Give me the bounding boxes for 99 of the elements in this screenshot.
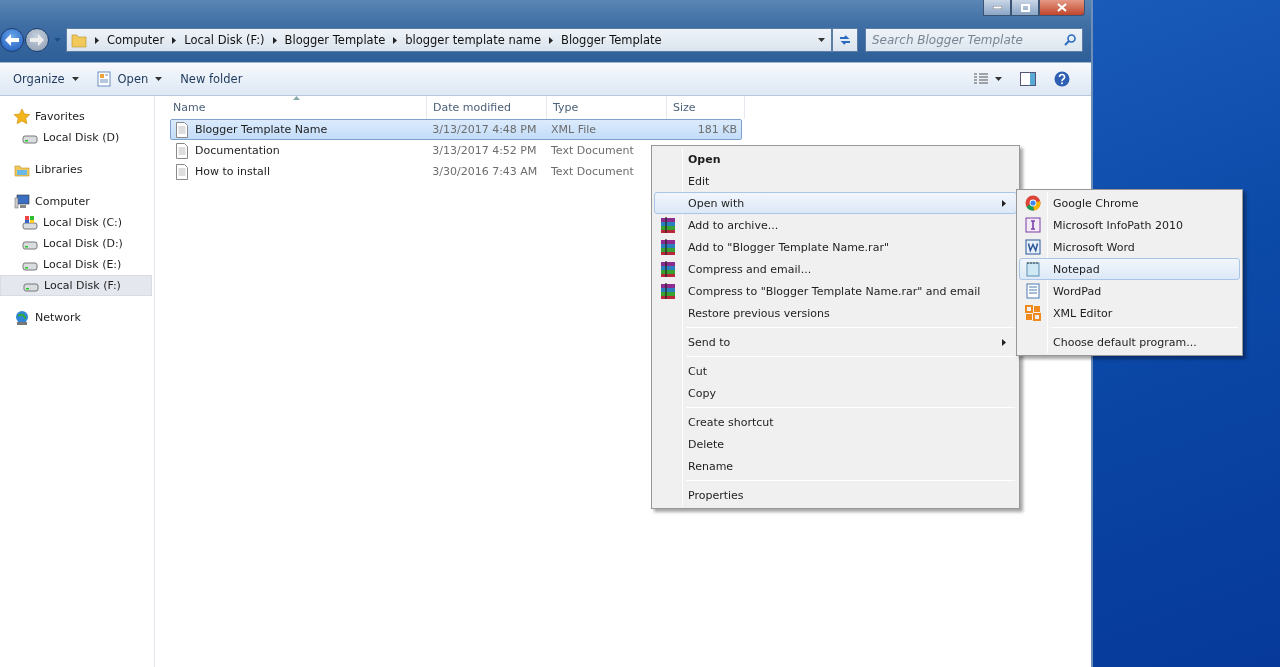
address-bar[interactable]: Computer Local Disk (F:) Blogger Template blogger template name Blogger Template — [66, 28, 832, 52]
sidebar-item[interactable]: Local Disk (C:) — [0, 212, 154, 233]
books-icon — [660, 217, 676, 233]
sidebar-item[interactable]: Local Disk (D:) — [0, 233, 154, 254]
preview-pane-icon — [1020, 72, 1036, 86]
menu-item[interactable]: Microsoft Word — [1019, 236, 1240, 258]
sidebar-item[interactable]: Network — [0, 307, 154, 328]
word-icon — [1025, 239, 1041, 255]
breadcrumb[interactable]: Computer — [107, 33, 165, 47]
refresh-button[interactable] — [832, 28, 858, 52]
file-size: 181 KB — [696, 123, 738, 136]
books-icon — [660, 283, 676, 299]
back-button[interactable] — [0, 28, 24, 52]
chevron-right-icon — [549, 36, 553, 44]
menu-item[interactable]: Add to archive... — [654, 214, 1017, 236]
nav-icon — [14, 193, 30, 210]
menu-item[interactable]: Open with — [654, 192, 1017, 214]
document-icon — [175, 121, 189, 138]
minimize-button[interactable] — [983, 0, 1011, 16]
books-icon — [660, 239, 676, 255]
menu-item[interactable]: Google Chrome — [1019, 192, 1240, 214]
file-type: Text Document — [550, 165, 635, 178]
file-row[interactable]: Blogger Template Name 3/13/2017 4:48 PM XML File 181 KB — [170, 119, 742, 140]
folder-icon — [71, 32, 87, 48]
notepad-icon — [1025, 261, 1041, 277]
refresh-icon — [838, 33, 852, 47]
caret-icon — [995, 77, 1002, 81]
infopath-icon — [1025, 217, 1041, 233]
menu-item[interactable]: Copy — [654, 382, 1017, 404]
breadcrumb[interactable]: Blogger Template — [561, 33, 662, 47]
file-type: XML File — [550, 123, 598, 136]
system-drive-icon — [22, 214, 38, 231]
menu-item[interactable]: Delete — [654, 433, 1017, 455]
address-dropdown-button[interactable] — [818, 38, 825, 42]
menu-item[interactable]: Microsoft InfoPath 2010 — [1019, 214, 1240, 236]
menu-item[interactable]: Cut — [654, 360, 1017, 382]
file-name: Blogger Template Name — [195, 123, 328, 136]
minimize-icon — [992, 6, 1002, 9]
toolbar-button[interactable]: Open — [89, 67, 170, 91]
breadcrumb[interactable]: Blogger Template — [284, 33, 386, 47]
document-icon — [175, 142, 189, 159]
menu-item[interactable]: Rename — [654, 455, 1017, 477]
chevron-right-icon — [172, 36, 177, 44]
menu-item[interactable]: Open — [654, 148, 1017, 170]
chevron-right-icon — [1002, 199, 1006, 207]
menu-item[interactable]: Compress to "Blogger Template Name.rar" and email — [654, 280, 1017, 302]
breadcrumb[interactable]: Local Disk (F:) — [184, 33, 265, 47]
books-icon — [660, 261, 676, 277]
document-icon — [175, 163, 189, 180]
chrome-icon — [1025, 195, 1041, 211]
file-name: How to install — [195, 165, 270, 178]
date-modified: 3/30/2016 7:43 AM — [431, 165, 539, 178]
chevron-right-icon — [95, 36, 99, 44]
close-button[interactable] — [1039, 0, 1085, 16]
sidebar-item[interactable]: Local Disk (E:) — [0, 254, 154, 275]
sidebar-item[interactable]: Favorites — [0, 106, 154, 127]
arrow-right-icon — [30, 34, 44, 46]
toolbar-button[interactable]: Organize — [6, 68, 86, 90]
maximize-icon — [1020, 3, 1030, 12]
menu-item[interactable]: WordPad — [1019, 280, 1240, 302]
date-modified: 3/13/2017 4:48 PM — [431, 123, 538, 136]
forward-button[interactable] — [25, 28, 49, 52]
chevron-right-icon — [1002, 338, 1006, 346]
sidebar-item[interactable]: Libraries — [0, 159, 154, 180]
maximize-button[interactable] — [1011, 0, 1039, 16]
menu-item[interactable]: Notepad — [1019, 258, 1240, 280]
caret-icon — [818, 38, 825, 42]
menu-item[interactable]: Create shortcut — [654, 411, 1017, 433]
wordpad-icon — [1025, 283, 1041, 299]
file-type: Text Document — [550, 144, 635, 157]
caret-icon — [71, 77, 79, 81]
arrow-left-icon — [5, 34, 19, 46]
document-icon — [96, 71, 111, 87]
close-icon — [1057, 3, 1067, 12]
menu-item[interactable]: Choose default program... — [1019, 331, 1240, 353]
nav-icon — [14, 108, 30, 125]
nav-icon — [14, 309, 30, 326]
file-name: Documentation — [195, 144, 280, 157]
menu-item[interactable]: Send to — [654, 331, 1017, 353]
search-field[interactable]: Search Blogger Template — [865, 28, 1083, 52]
chevron-right-icon — [272, 36, 277, 44]
sidebar-item[interactable]: Local Disk (D) — [0, 127, 154, 148]
sidebar-item[interactable]: Local Disk (F:) — [0, 275, 152, 296]
menu-item[interactable]: Properties — [654, 484, 1017, 506]
help-icon — [1054, 71, 1070, 87]
menu-item[interactable]: Edit — [654, 170, 1017, 192]
date-modified: 3/13/2017 4:52 PM — [431, 144, 538, 157]
menu-item[interactable]: XML Editor — [1019, 302, 1240, 324]
search-icon — [1064, 34, 1076, 46]
menu-item[interactable]: Compress and email... — [654, 258, 1017, 280]
menu-item[interactable]: Add to "Blogger Template Name.rar" — [654, 236, 1017, 258]
caret-icon — [155, 77, 163, 81]
xml-editor-icon — [1025, 305, 1041, 321]
breadcrumb[interactable]: blogger template name — [405, 33, 541, 47]
sidebar-item[interactable]: Computer — [0, 191, 154, 212]
chevron-right-icon — [393, 36, 398, 44]
toolbar-button[interactable]: New folder — [173, 68, 250, 90]
details-view-icon — [974, 73, 988, 85]
menu-item[interactable]: Restore previous versions — [654, 302, 1017, 324]
